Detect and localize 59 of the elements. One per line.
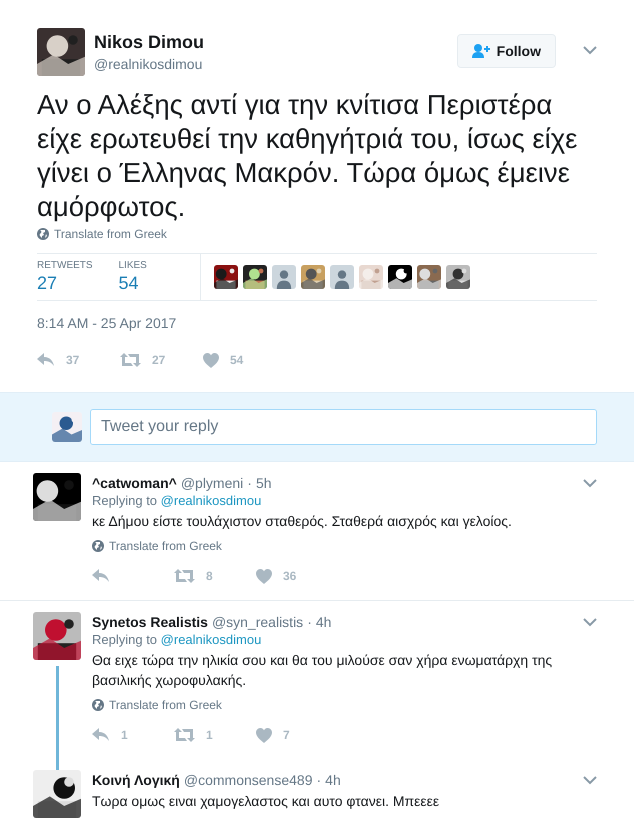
timestamp: 8:14 AM - 25 Apr 2017 (37, 315, 176, 331)
reply-icon[interactable] (92, 728, 110, 742)
stat-label: RETWEETS (37, 260, 94, 271)
retweet-count: 1 (206, 728, 213, 742)
like-count: 36 (283, 569, 296, 583)
chevron-icon[interactable] (583, 46, 597, 55)
retweet-count: 27 (152, 353, 166, 367)
translate-link[interactable]: Translate from Greek (54, 227, 167, 241)
tweet-text: Αν ο Αλέξης αντί για την κνίτισα Περιστέρα είχε ερωτευθεί την καθηγήτριά του, ίσως είχε γίνει ο Έλληνας Μακρόν. Τώρα όμως έμεινε αμόρφωτος. (37, 88, 578, 224)
mention-link[interactable]: @realnikosdimou (160, 632, 262, 647)
heart-icon[interactable] (256, 568, 272, 584)
replying-to-text: Replying to @realnikosdimou (92, 493, 262, 508)
reply-count: 37 (66, 353, 80, 367)
reply-time: 4h (325, 772, 341, 788)
retweet-icon[interactable] (174, 569, 195, 583)
reply-author-handle: @commonsense489 (184, 772, 312, 788)
follow-button[interactable]: Follow (456, 34, 556, 68)
stat-count[interactable]: 54 (118, 273, 200, 294)
reply-author-handle: @syn_realistis (212, 614, 304, 630)
chevron-icon[interactable] (583, 478, 597, 488)
heart-icon[interactable] (203, 352, 219, 368)
reply-time: 5h (256, 475, 272, 491)
reply-author-name: Synetos Realistis (92, 614, 208, 630)
reply-time: 4h (316, 614, 332, 630)
globe-icon (92, 540, 104, 552)
reply-text: Θα ειχε τώρα την ηλικία σου και θα του μιλούσε σαν χήρα ενωματάρχη της βασιλικής χωροφυλακής. (92, 651, 554, 690)
retweet-icon[interactable] (120, 353, 141, 367)
reply-author-name: Κοινή Λογική (92, 772, 180, 788)
reply-icon[interactable] (37, 353, 55, 367)
chevron-icon[interactable] (583, 618, 597, 626)
reply-author-name: ^catwoman^ (92, 475, 177, 491)
mention-link[interactable]: @realnikosdimou (160, 493, 262, 508)
like-count: 54 (230, 353, 244, 367)
reply-text: Τωρα ομως ειναι χαμογελαστος και αυτο φτανει. Μπεεεε (92, 792, 440, 811)
default-avatar-icon (272, 265, 296, 289)
reply-input[interactable]: Tweet your reply (90, 409, 597, 445)
author-name: Nikos Dimou (94, 32, 206, 53)
globe-icon (37, 228, 49, 240)
like-count: 7 (283, 728, 290, 742)
reply-icon[interactable] (92, 569, 110, 583)
retweet-icon[interactable] (174, 728, 195, 742)
reply-count: 1 (121, 728, 128, 742)
stat-label: LIKES (118, 260, 148, 271)
chevron-icon[interactable] (583, 776, 597, 784)
translate-link[interactable]: Translate from Greek (109, 539, 222, 553)
heart-icon[interactable] (256, 728, 272, 742)
globe-icon (92, 699, 104, 711)
reply-text: κε Δήμου είστε τουλάχιστον σταθερός. Σταθερά αισχρός και γελοίος. (92, 512, 513, 531)
retweet-count: 8 (206, 569, 213, 583)
replying-to-text: Replying to @realnikosdimou (92, 632, 262, 647)
separator-dot: · (316, 772, 322, 788)
separator-dot: · (307, 614, 312, 630)
separator-dot: · (247, 475, 252, 491)
reply-author-handle: @plymeni (180, 475, 244, 491)
add-person-icon (472, 44, 490, 58)
translate-link[interactable]: Translate from Greek (109, 698, 222, 712)
stat-count[interactable]: 27 (37, 273, 118, 294)
author-handle: @realnikosdimou (94, 56, 204, 72)
default-avatar-icon (330, 265, 354, 289)
